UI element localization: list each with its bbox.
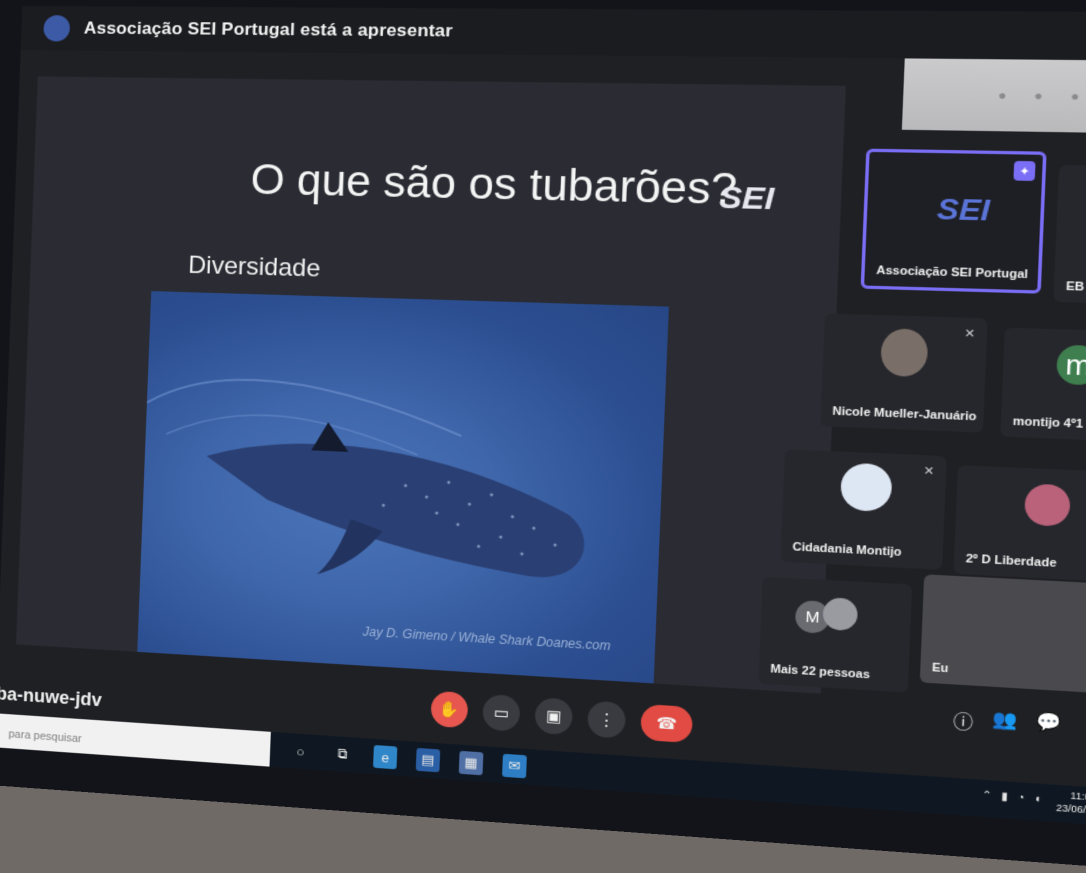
participant-name: Cidadania Montijo <box>792 540 902 560</box>
side-controls: ⓘ 👥 💬 <box>953 706 1062 740</box>
photo-background: ● ● ● ● Associação SEI Portugal está a a… <box>0 0 1086 873</box>
avatar <box>880 328 929 378</box>
battery-icon[interactable]: ▮ <box>1001 791 1008 803</box>
participant-name: Nicole Mueller-Januário <box>832 405 977 424</box>
info-icon[interactable]: ⓘ <box>953 706 974 734</box>
mic-off-icon: ✋ <box>438 700 460 720</box>
mic-toggle-button[interactable]: ✋ <box>430 690 469 729</box>
sei-logo-text: SEI <box>718 180 775 217</box>
clock-date: 23/06/2022 <box>1055 802 1086 817</box>
more-vert-icon: ⋮ <box>597 710 616 730</box>
task-view-icon[interactable]: ⧉ <box>331 742 355 766</box>
taskbar-icons: ○ ⧉ e ▤ ▦ ✉ <box>289 739 527 779</box>
presenter-text: Associação SEI Portugal está a apresenta… <box>83 18 454 41</box>
file-explorer-icon[interactable]: ▤ <box>415 747 441 773</box>
phone-hangup-icon: ☎ <box>655 714 678 734</box>
participant-tile[interactable]: ✕ Cidadania Montijo <box>780 449 947 570</box>
avatar <box>839 462 893 513</box>
participant-tile-self[interactable]: Eu <box>919 574 1086 694</box>
pin-icon[interactable]: ✦ <box>1013 160 1036 181</box>
taskbar-search[interactable]: para pesquisar <box>0 713 271 767</box>
store-icon[interactable]: ▦ <box>458 750 484 776</box>
slide-title: O que são os tubarões? <box>249 154 739 214</box>
whale-shark-photo: Jay D. Gimeno / Whale Shark Doanes.com <box>137 291 669 684</box>
avatar: m <box>1055 344 1086 386</box>
monitor: ● ● ● ● Associação SEI Portugal está a a… <box>0 0 1086 873</box>
presentation-slide: O que são os tubarões? SEI Diversidade J… <box>15 76 846 694</box>
wifi-icon[interactable]: ◔ <box>1017 792 1025 804</box>
browser-icons: ● ● ● ● <box>997 87 1086 105</box>
more-options-button[interactable]: ⋮ <box>587 700 627 739</box>
chat-icon[interactable]: 💬 <box>1035 711 1062 740</box>
mic-off-icon: ✕ <box>923 464 935 479</box>
presenter-sei-logo: SEI <box>936 192 991 227</box>
people-icon[interactable]: 👥 <box>991 709 1018 738</box>
avatar <box>1023 483 1071 527</box>
presenter-avatar <box>43 15 71 42</box>
chevron-up-icon[interactable]: ⌃ <box>982 790 992 803</box>
edge-browser-icon[interactable]: e <box>373 744 398 770</box>
participant-name: Mais 22 pessoas <box>770 662 871 682</box>
system-tray: ⌃ ▮ ◔ ◖ <box>982 790 1042 806</box>
participant-tile[interactable]: ✕ 2º D Liberdade <box>953 465 1086 583</box>
participant-name: Eu <box>931 661 949 676</box>
present-icon: ▣ <box>545 707 562 727</box>
camera-toggle-button[interactable]: ▭ <box>482 693 521 732</box>
participant-name: Associação SEI Portugal <box>876 264 1029 282</box>
volume-icon[interactable]: ◖ <box>1034 793 1042 805</box>
meet-screen: ● ● ● ● Associação SEI Portugal está a a… <box>0 5 1086 828</box>
call-controls: ✋ ▭ ▣ ⋮ ☎ <box>430 690 694 744</box>
end-call-button[interactable]: ☎ <box>640 703 694 744</box>
mic-off-icon: ✕ <box>964 327 976 341</box>
camera-icon: ▭ <box>493 703 510 723</box>
present-button[interactable]: ▣ <box>534 697 574 736</box>
avatar <box>822 597 859 632</box>
participant-name: 2º D Liberdade <box>965 552 1057 571</box>
participant-name: montijo 4º1 <box>1012 415 1084 431</box>
whale-shark-illustration <box>137 291 588 580</box>
slide-subtitle: Diversidade <box>187 251 321 283</box>
participant-tile[interactable]: ✕ m montijo 4º1 <box>1000 327 1086 443</box>
start-circle-icon[interactable]: ○ <box>289 739 313 763</box>
participant-name: EB Liberdade - 1.º B <box>1065 280 1086 297</box>
participant-tile-more[interactable]: M Mais 22 pessoas <box>758 576 913 693</box>
participant-tile-presenter[interactable]: ✦ SEI Associação SEI Portugal <box>860 148 1047 294</box>
presenter-banner: Associação SEI Portugal está a apresenta… <box>20 5 1086 61</box>
system-clock[interactable]: 11:05 23/06/2022 <box>1056 788 1086 818</box>
participant-tile[interactable]: E EB Liberdade - 1.º B <box>1053 164 1086 306</box>
sei-logo: SEI <box>718 180 779 241</box>
participant-tile[interactable]: ✕ Nicole Mueller-Januário <box>820 313 988 433</box>
mail-icon[interactable]: ✉ <box>502 753 527 779</box>
meeting-code: ba-nuwe-jdv <box>0 683 103 711</box>
